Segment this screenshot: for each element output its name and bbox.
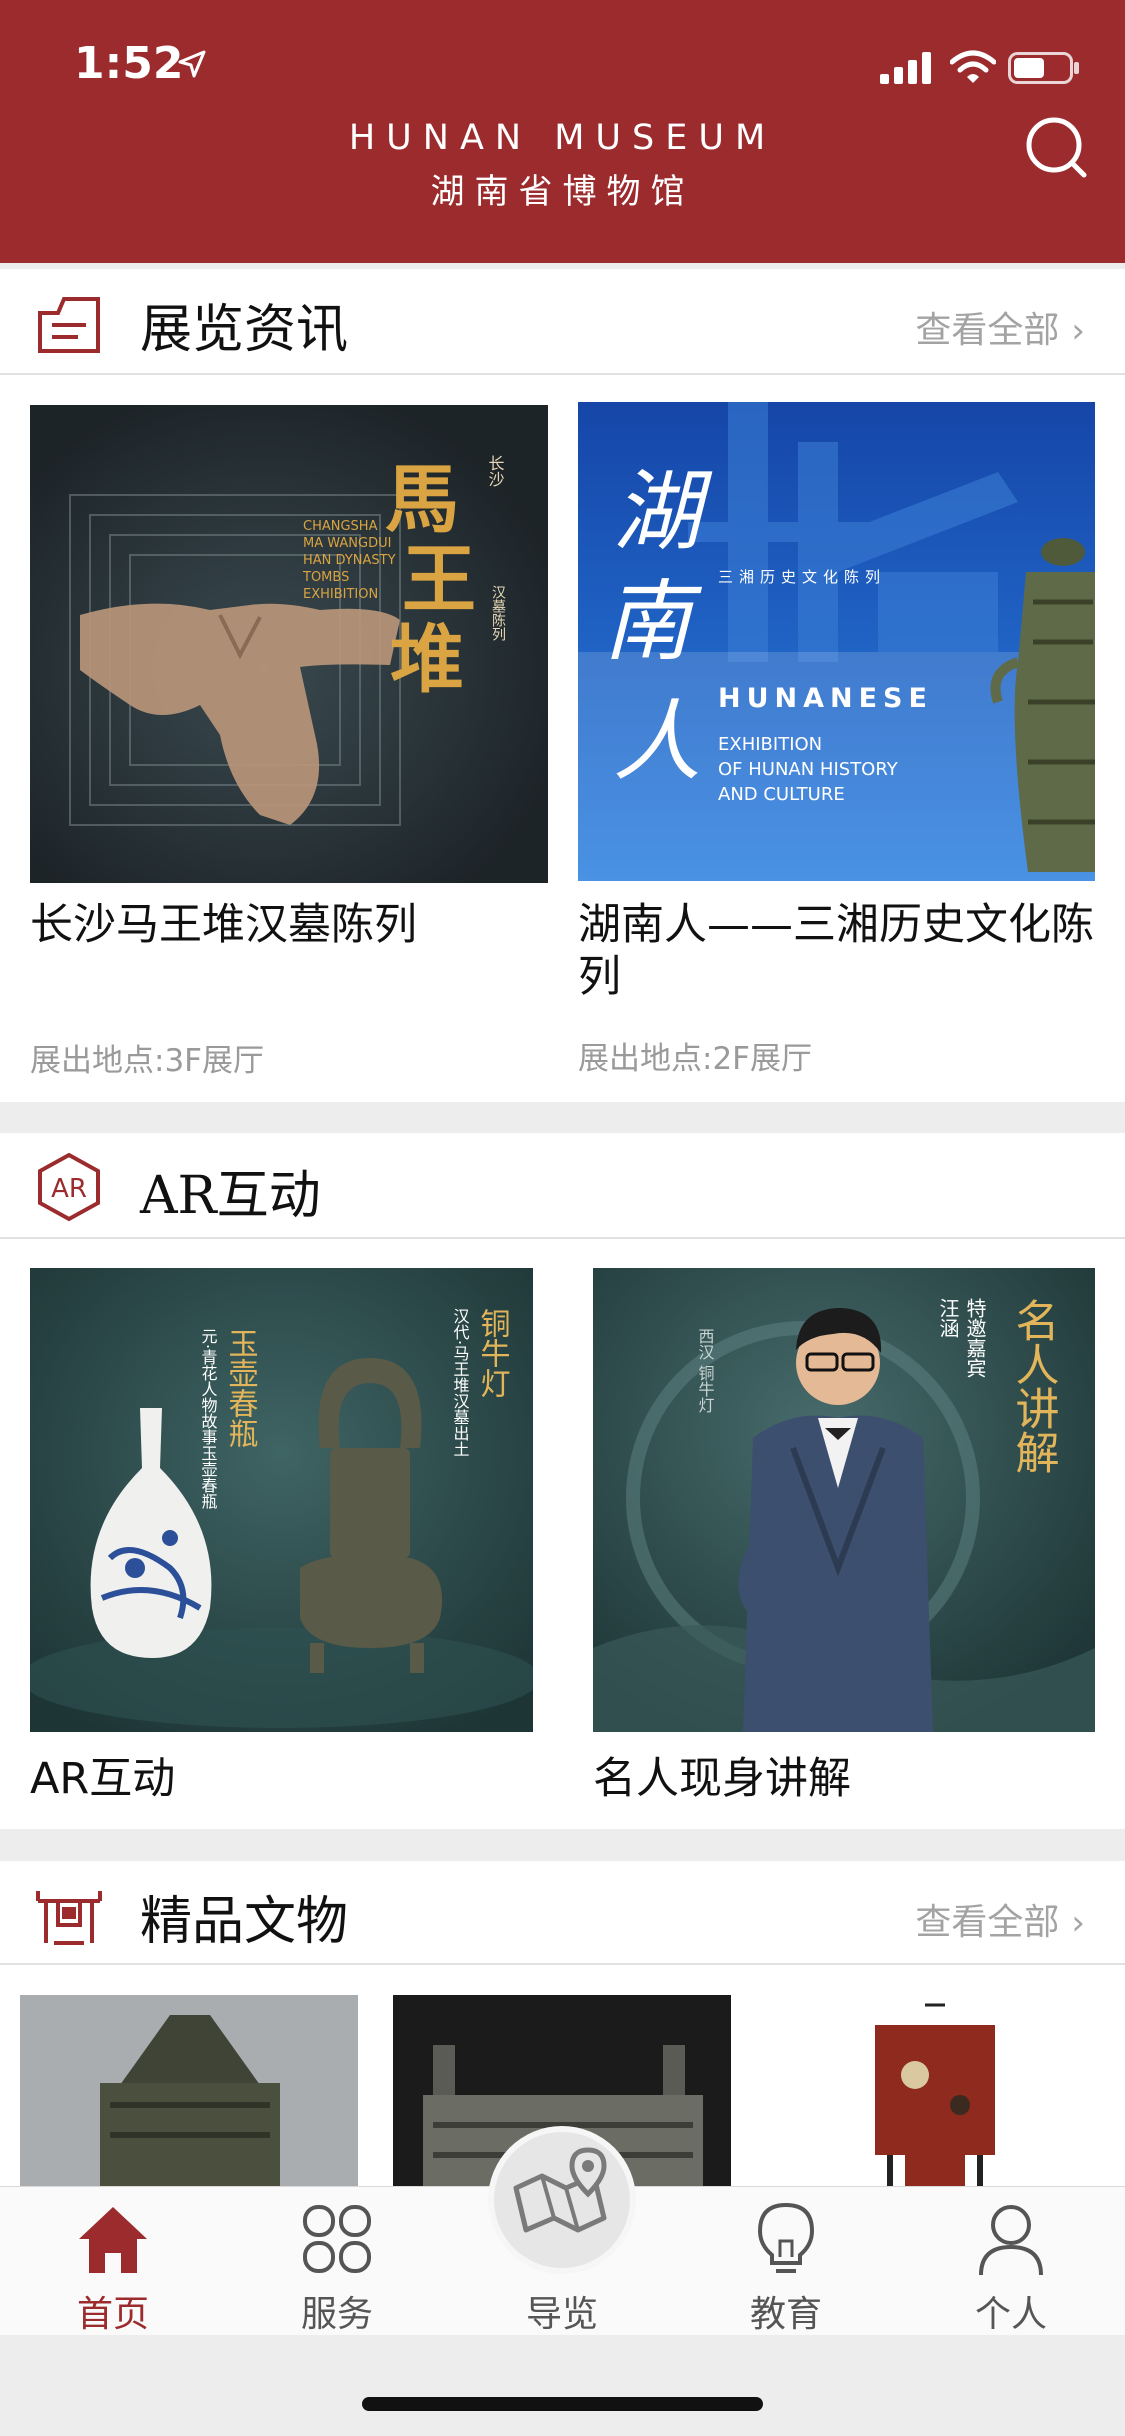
search-icon[interactable] [1024, 115, 1088, 179]
poster-big-char: 湖 [613, 460, 713, 563]
brand-name-en: HUNAN MUSEUM [348, 118, 777, 158]
tab-label: 个人 [974, 2294, 1047, 2335]
poster-en-line: TOMBS [302, 570, 349, 585]
poster-side-text: 西汉 铜牛灯 [696, 1328, 715, 1414]
services-grid-icon [303, 2205, 371, 2273]
poster-en-title: HUNANESE [718, 683, 933, 714]
poster-en-line: AND CULTURE [718, 784, 845, 805]
hunanese-poster-art: 湖 南 人 三湘历史文化陈列 HUNANESE EXHIBITION OF HU… [578, 402, 1095, 881]
poster-en-line: OF HUNAN HISTORY [718, 759, 899, 780]
exhibition-location: 展出地点:3F展厅 [30, 1043, 264, 1079]
poster-left-sub: 元·青花人物故事玉壶春瓶 [199, 1328, 218, 1509]
home-indicator [362, 2397, 763, 2411]
poster-left-title: 玉壶春瓶 [223, 1328, 258, 1448]
bronze-ding-icon [36, 1891, 102, 1945]
person-icon [979, 2205, 1043, 2276]
poster-big-char: 人 [613, 690, 701, 793]
cellular-signal-icon [880, 52, 931, 84]
exhibitions-header: 展览资讯 查看全部 › [0, 269, 1125, 375]
see-all-label: 查看全部 [915, 1902, 1060, 1943]
status-time: 1:52 [74, 38, 184, 89]
ar-item-title[interactable]: AR互动 [30, 1753, 175, 1805]
ar-hexagon-icon: AR [38, 1152, 100, 1222]
poster-big-char: 王 [402, 537, 476, 623]
poster-en-line: EXHIBITION [303, 587, 378, 602]
app-header: 1:52 HUNAN MUSEUM 湖南省博物馆 [0, 0, 1125, 263]
relics-title: 精品文物 [140, 1892, 349, 1952]
news-board-icon [38, 297, 100, 353]
exhibition-title[interactable]: 湖南人——三湘历史文化陈列 [578, 899, 1098, 1003]
poster-big-char: 南 [603, 570, 703, 673]
ar-title: AR互动 [140, 1166, 321, 1226]
ar-item-title[interactable]: 名人现身讲解 [593, 1753, 851, 1805]
tab-label: 首页 [76, 2294, 149, 2335]
exhibition-poster-hunanese[interactable]: 湖 南 人 三湘历史文化陈列 HUNANESE EXHIBITION OF HU… [578, 402, 1095, 881]
ar-artifacts-art: 玉壶春瓶 元·青花人物故事玉壶春瓶 铜牛灯 汉代·马王堆汉墓出土 [30, 1268, 533, 1732]
lightbulb-icon [757, 2202, 815, 2273]
relics-header: 精品文物 查看全部 › [0, 1861, 1125, 1965]
poster-tag-text: 三湘历史文化陈列 [718, 568, 886, 586]
poster-guest-name: 汪涵 [936, 1298, 960, 1338]
poster-en-line: EXHIBITION [718, 734, 822, 755]
battery-icon [1008, 52, 1079, 84]
poster-right-sub: 汉代·马王堆汉墓出土 [451, 1308, 470, 1457]
location-arrow-icon [178, 50, 206, 78]
exhibition-poster-mawangdui[interactable]: CHANGSHA MA WANGDUI HAN DYNASTY TOMBS EX… [30, 405, 548, 883]
poster-en-line: HAN DYNASTY [303, 553, 396, 568]
ar-celebrity-art: 名人讲解 特邀嘉宾 汪涵 西汉 铜牛灯 [593, 1268, 1095, 1732]
tab-home[interactable]: 首页 [33, 2187, 193, 2335]
tab-profile[interactable]: 个人 [931, 2187, 1091, 2335]
ar-section: AR AR互动 玉壶春瓶 元·青花人物故事玉壶春瓶 铜牛灯 汉代·马王堆汉墓出土… [0, 1133, 1125, 1829]
poster-en-line: CHANGSHA [303, 519, 378, 534]
exhibitions-see-all-link[interactable]: 查看全部 › [915, 301, 1085, 353]
mawangdui-poster-art: CHANGSHA MA WANGDUI HAN DYNASTY TOMBS EX… [30, 405, 548, 883]
poster-big-char: 堆 [390, 617, 464, 703]
poster-small-title: 长沙 [486, 455, 505, 487]
poster-side-text: 汉墓陈列 [490, 585, 506, 642]
relic-thumb-bronze-vessel[interactable] [20, 1995, 358, 2195]
relic-art [20, 1995, 358, 2195]
ar-poster-celebrity[interactable]: 名人讲解 特邀嘉宾 汪涵 西汉 铜牛灯 [593, 1268, 1095, 1732]
brand-name-cn: 湖南省博物馆 [430, 172, 695, 212]
ar-poster-artifacts[interactable]: 玉壶春瓶 元·青花人物故事玉壶春瓶 铜牛灯 汉代·马王堆汉墓出土 [30, 1268, 533, 1732]
guide-center-button[interactable] [494, 2132, 630, 2268]
relic-art [765, 1995, 1105, 2195]
guide-map-icon [513, 2147, 607, 2233]
tab-education[interactable]: 教育 [706, 2187, 866, 2335]
exhibitions-section: 展览资讯 查看全部 › CHANGSHA MA WANGDUI HAN DYNA… [0, 269, 1125, 1102]
exhibition-title[interactable]: 长沙马王堆汉墓陈列 [30, 899, 550, 951]
ar-header: AR AR互动 [0, 1133, 1125, 1239]
chevron-right-icon: › [1071, 311, 1085, 351]
tab-label: 服务 [300, 2294, 373, 2335]
wifi-icon [950, 50, 996, 83]
tab-label: 导览 [525, 2294, 598, 2335]
exhibition-location: 展出地点:2F展厅 [578, 1041, 812, 1077]
relic-thumb-silk-painting[interactable] [765, 1995, 1105, 2195]
tab-label: 教育 [749, 2294, 822, 2335]
poster-guest-label: 特邀嘉宾 [963, 1298, 987, 1378]
poster-en-line: MA WANGDUI [303, 536, 391, 551]
poster-right-title: 铜牛灯 [475, 1308, 511, 1398]
see-all-label: 查看全部 [915, 310, 1060, 351]
chevron-right-icon: › [1071, 1903, 1085, 1943]
poster-big-title: 名人讲解 [1008, 1298, 1059, 1474]
home-icon [79, 2207, 147, 2273]
poster-big-char: 馬 [385, 457, 459, 543]
exhibitions-title: 展览资讯 [140, 300, 349, 360]
tab-services[interactable]: 服务 [257, 2187, 417, 2335]
relics-see-all-link[interactable]: 查看全部 › [915, 1893, 1085, 1945]
ar-icon-label: AR [51, 1174, 87, 1204]
